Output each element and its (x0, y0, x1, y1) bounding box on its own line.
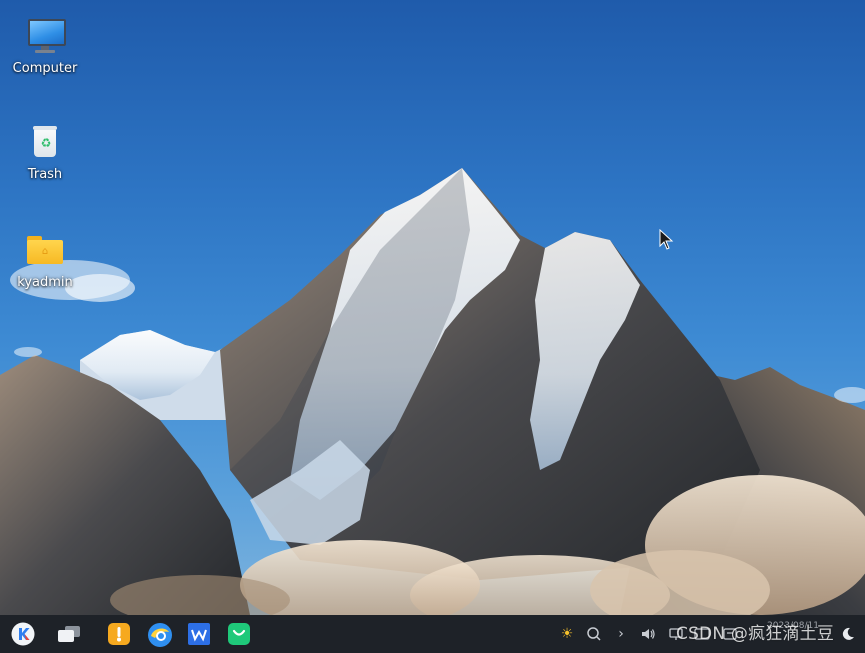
tray-expand[interactable]: › (613, 615, 629, 653)
kylin-start-icon (11, 622, 35, 646)
trash-icon: ♻ (25, 122, 65, 162)
taskbar-app-browser[interactable] (147, 622, 172, 647)
mouse-pointer-icon (659, 229, 674, 250)
store-icon (228, 623, 250, 645)
toolbox-icon (108, 623, 130, 645)
taskbar-app-software-store[interactable] (227, 622, 251, 646)
taskbar-app-toolbox[interactable] (107, 622, 131, 646)
watermark-text: CSDN @疯狂滴土豆 (676, 624, 835, 644)
multitask-icon (58, 626, 80, 642)
tray-search[interactable] (586, 615, 602, 653)
tray-volume[interactable] (640, 615, 656, 653)
brightness-icon: ☀ (560, 626, 574, 642)
tray-brightness[interactable]: ☀ (559, 615, 575, 653)
home-folder-icon: ⌂ (25, 230, 65, 270)
desktop-icon-label: Computer (12, 61, 78, 76)
desktop-icon-computer[interactable]: Computer (0, 16, 90, 76)
desktop-icon-label: kyadmin (17, 275, 73, 290)
chevron-right-icon: › (618, 626, 624, 642)
volume-icon (642, 629, 655, 639)
browser-icon (148, 623, 172, 647)
search-icon (587, 627, 601, 641)
desktop-icon-label: Trash (27, 167, 63, 182)
computer-icon (25, 16, 66, 56)
multitask-view-button[interactable] (56, 622, 80, 646)
tray-night-mode[interactable] (840, 615, 856, 653)
wallpaper-mountain (0, 168, 865, 615)
start-menu-button[interactable] (11, 622, 35, 646)
desktop-icon-home-folder[interactable]: ⌂ kyadmin (0, 230, 90, 290)
wps-icon (188, 623, 210, 645)
desktop: Computer ♻ Trash ⌂ kyadmin (0, 0, 865, 615)
night-mode-icon (842, 627, 854, 640)
desktop-icon-trash[interactable]: ♻ Trash (0, 122, 90, 182)
taskbar-app-wps[interactable] (187, 622, 211, 646)
